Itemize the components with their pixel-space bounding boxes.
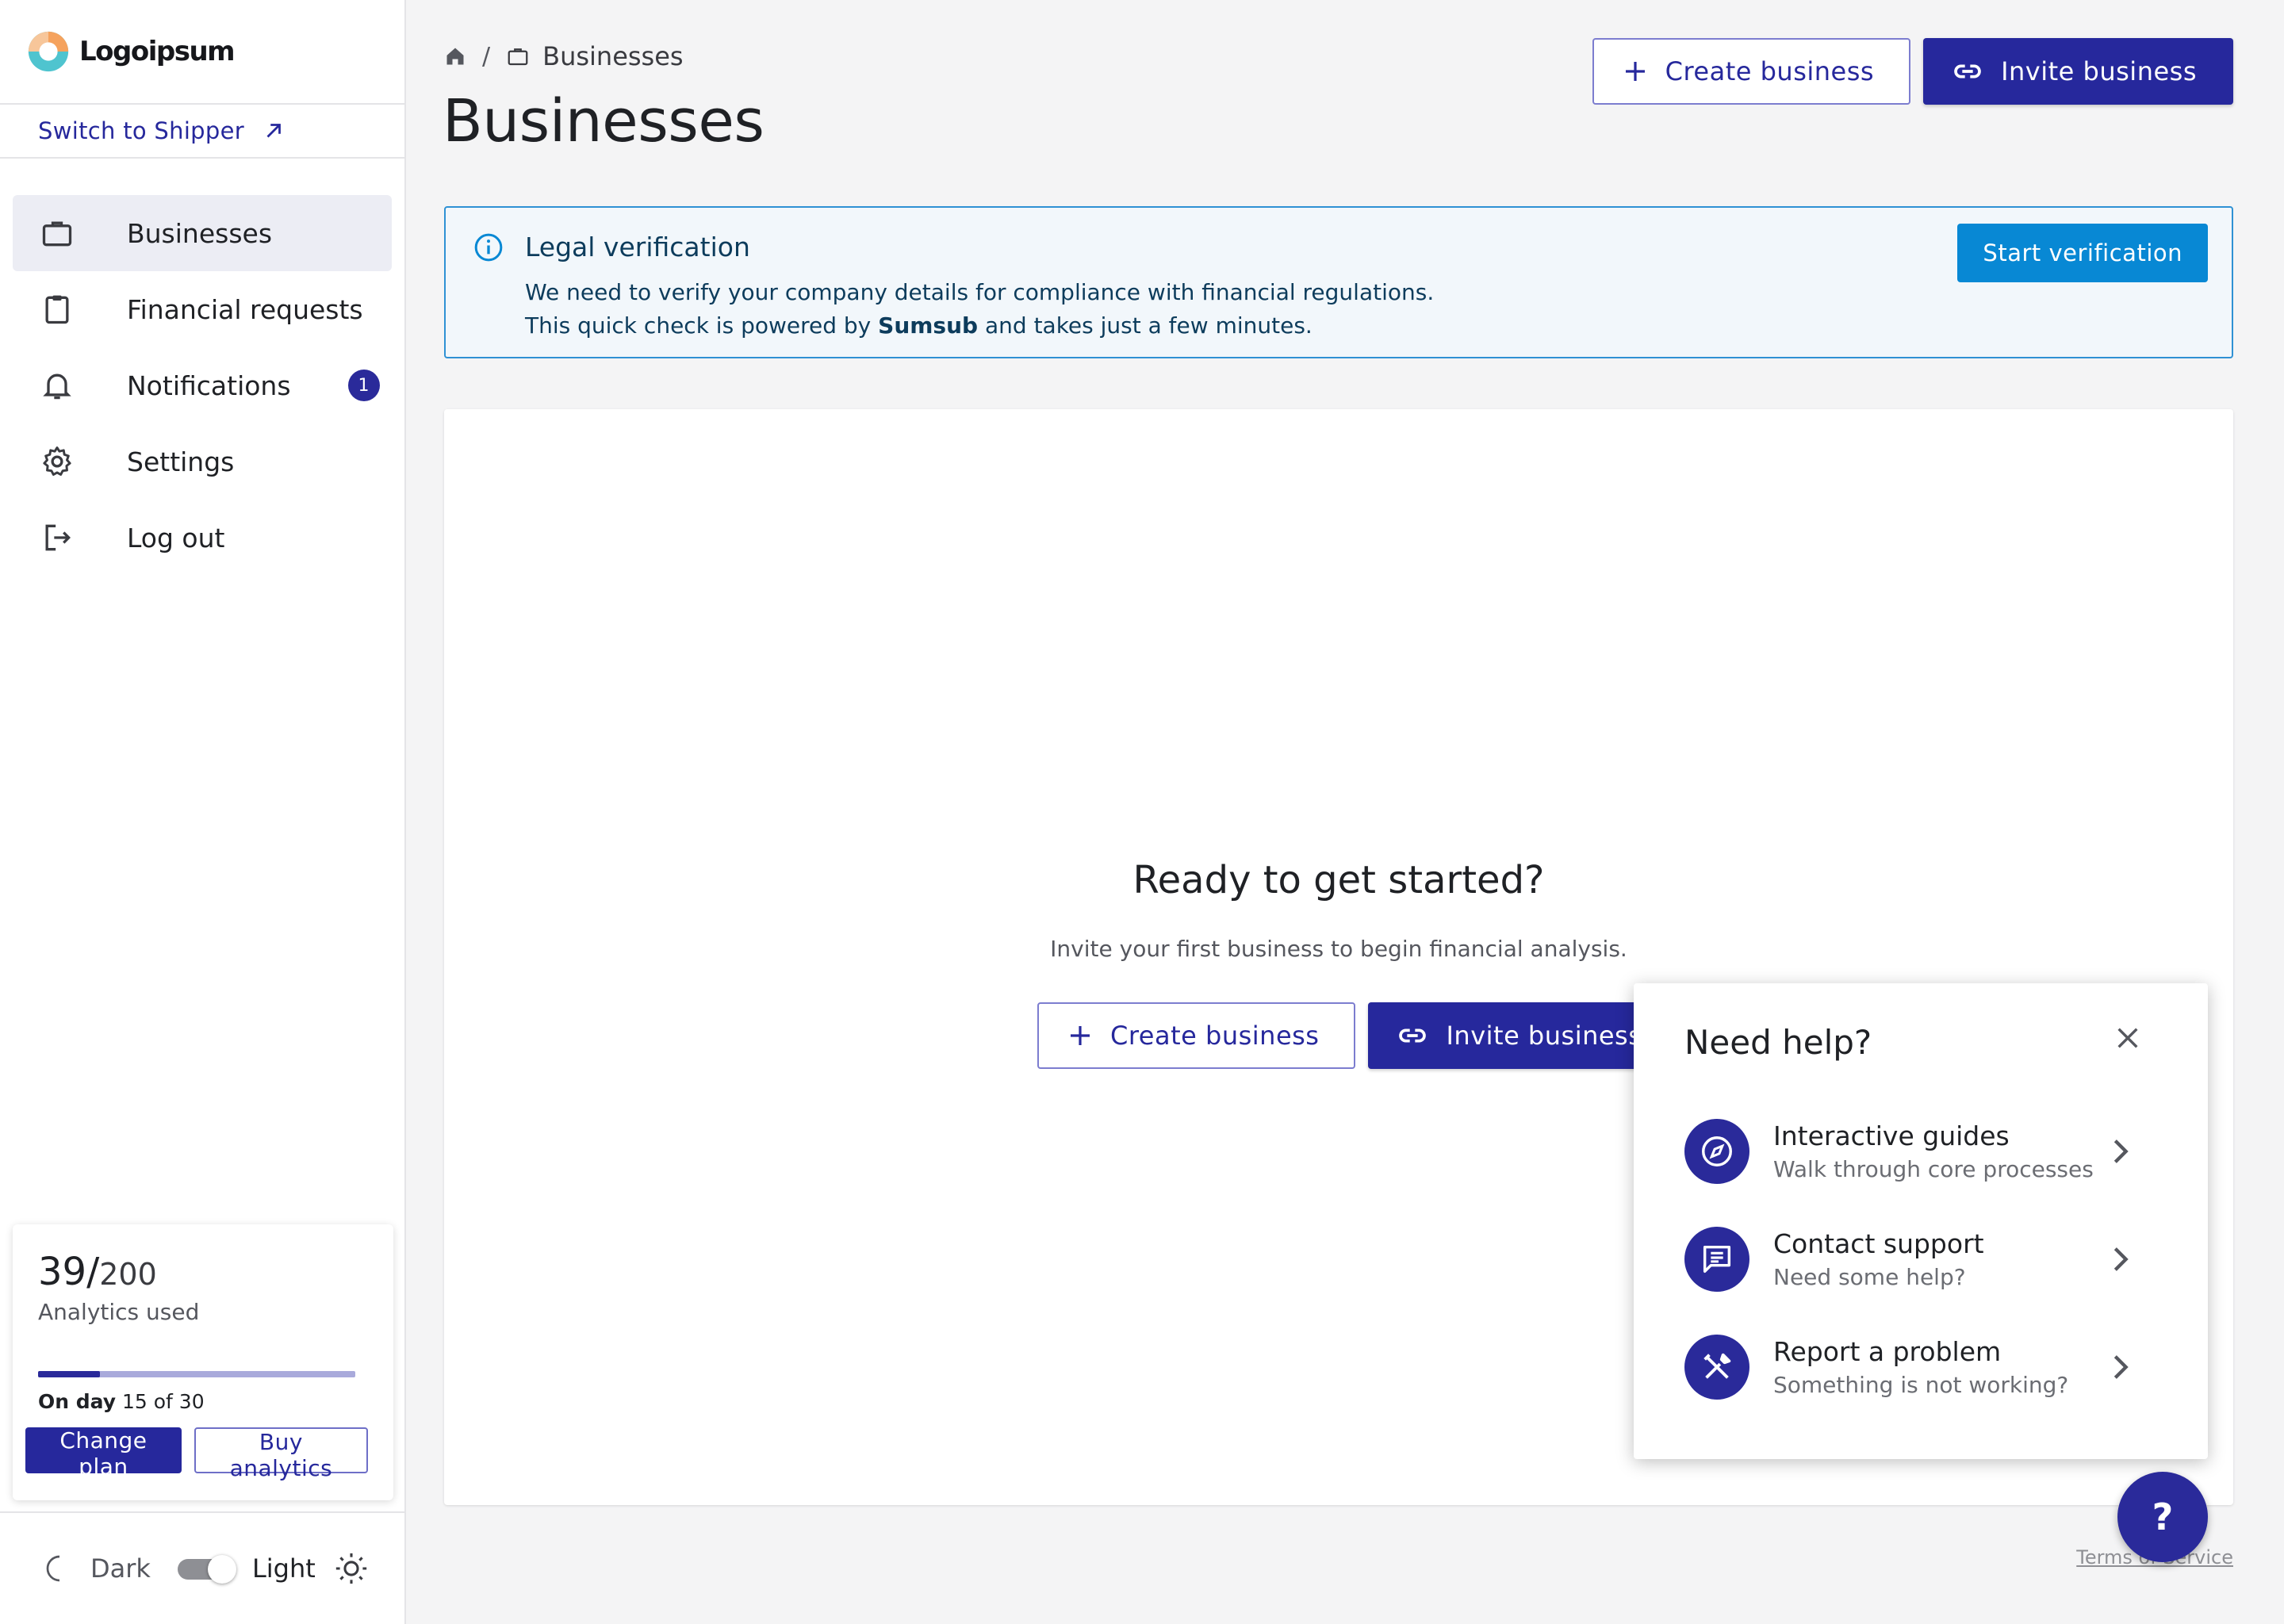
sidebar-nav: Businesses Financial requests Notificati… [0,159,404,576]
theme-switcher: Dark Light [0,1511,404,1624]
create-business-button[interactable]: Create business [1592,38,1911,105]
billing-day-value: 15 of 30 [122,1390,205,1413]
help-close-button[interactable] [2114,1025,2141,1055]
compass-icon [1684,1119,1749,1184]
sun-icon [335,1553,366,1584]
link-icon [1399,1028,1427,1043]
empty-create-business-button[interactable]: Create business [1037,1002,1356,1069]
breadcrumb-current: Businesses [542,41,684,71]
help-title: Need help? [1684,1023,1872,1062]
chat-icon [1684,1227,1749,1292]
create-business-label: Create business [1110,1021,1320,1051]
tools-icon [1684,1335,1749,1400]
moon-icon [46,1555,60,1582]
sidebar-item-label: Log out [127,522,225,553]
empty-state-title: Ready to get started? [1132,858,1545,902]
external-arrow-icon[interactable] [262,119,286,143]
billing-day-prefix: On day [38,1390,117,1413]
sumsub-brand: Sumsub [878,312,979,339]
sidebar-item-settings[interactable]: Settings [13,423,392,500]
logo[interactable]: Logoipsum [0,0,404,103]
logout-icon [38,519,76,557]
logo-mark-icon [28,31,69,72]
logo-text: Logoipsum [79,36,236,67]
sidebar-item-label: Notifications [127,370,291,401]
analytics-total-value: 200 [99,1257,157,1292]
help-item-text: Interactive guides Walk through core pro… [1773,1120,2105,1182]
alert-line-2: This quick check is powered by Sumsub an… [525,309,1434,343]
help-popover: Need help? Interactive guides Walk throu… [1634,983,2208,1459]
home-icon[interactable] [444,45,466,67]
analytics-progress-bar [38,1371,355,1377]
header-actions: Create business Invite business [1592,38,2233,105]
bell-icon [38,366,76,404]
legal-verification-alert: Legal verification We need to verify you… [444,206,2233,358]
sidebar-item-businesses[interactable]: Businesses [13,195,392,271]
briefcase-icon [508,48,528,66]
plus-icon [1625,62,1645,81]
theme-dark-label: Dark [90,1553,151,1584]
invite-business-button[interactable]: Invite business [1923,38,2233,105]
analytics-progress-fill [38,1371,100,1377]
usage-actions: Change plan Buy analytics [25,1427,368,1481]
sidebar-item-label: Businesses [127,217,273,249]
empty-state-actions: Create business Invite business [1037,1002,1679,1069]
help-item-subtitle: Need some help? [1773,1264,1966,1290]
sidebar-item-label: Financial requests [127,293,363,325]
chevron-right-icon [2113,1247,2129,1271]
help-item-title: Interactive guides [1773,1120,2010,1151]
sidebar: Logoipsum Switch to Shipper Businesses F… [0,0,406,1624]
breadcrumb-separator: / [482,42,491,71]
chevron-right-icon [2113,1355,2129,1379]
clipboard-icon [38,290,76,328]
page-title: Businesses [443,87,765,155]
briefcase-icon [38,214,76,252]
plus-icon [1071,1026,1090,1045]
theme-light-label: Light [251,1553,316,1584]
help-item-title: Contact support [1773,1228,1984,1259]
analytics-usage-card: 39/200 Analytics used On day 15 of 30 Ch… [13,1224,393,1500]
help-item-subtitle: Something is not working? [1773,1372,2069,1398]
help-item-report-problem[interactable]: Report a problem Something is not workin… [1684,1329,2160,1405]
theme-toggle-thumb [207,1555,236,1584]
analytics-used-value: 39/ [38,1250,100,1294]
invite-business-label: Invite business [1446,1021,1642,1051]
help-fab-button[interactable]: ? [2117,1472,2208,1562]
switch-to-shipper-link[interactable]: Switch to Shipper [38,117,244,144]
alert-title: Legal verification [525,232,750,262]
change-plan-button[interactable]: Change plan [25,1427,182,1480]
analytics-usage-label: Analytics used [38,1299,200,1325]
sidebar-item-label: Settings [127,446,235,477]
theme-toggle[interactable] [177,1555,236,1584]
analytics-usage-count: 39/200 [38,1250,368,1294]
help-item-title: Report a problem [1773,1336,2002,1367]
close-icon [2117,1028,2138,1048]
link-icon [1954,64,1981,79]
breadcrumb: / Businesses [444,41,684,71]
alert-body: We need to verify your company details f… [525,276,1434,343]
alert-line-1: We need to verify your company details f… [525,279,1435,305]
help-item-interactive-guides[interactable]: Interactive guides Walk through core pro… [1684,1113,2160,1189]
sidebar-item-log-out[interactable]: Log out [13,500,392,576]
notification-count-badge: 1 [347,370,380,401]
alert-line-2-prefix: This quick check is powered by [525,312,872,339]
switch-to-shipper-row: Switch to Shipper [0,103,404,159]
sidebar-item-financial-requests[interactable]: Financial requests [13,271,392,347]
create-business-label: Create business [1665,56,1875,86]
help-item-contact-support[interactable]: Contact support Need some help? [1684,1221,2160,1297]
help-item-subtitle: Walk through core processes [1773,1156,2094,1182]
billing-day-text: On day 15 of 30 [38,1390,368,1413]
chevron-right-icon [2113,1139,2129,1163]
help-item-text: Report a problem Something is not workin… [1773,1336,2105,1398]
start-verification-button[interactable]: Start verification [1957,224,2208,282]
gear-icon [38,442,76,481]
empty-invite-business-button[interactable]: Invite business [1368,1002,1679,1069]
help-item-text: Contact support Need some help? [1773,1228,2105,1290]
alert-line-2-suffix: and takes just a few minutes. [984,312,1313,339]
invite-business-label: Invite business [2001,56,2197,86]
sidebar-item-notifications[interactable]: Notifications 1 [13,347,392,423]
empty-state-subtitle: Invite your first business to begin fina… [1050,936,1627,962]
info-icon [474,233,503,262]
buy-analytics-button[interactable]: Buy analytics [194,1427,368,1481]
